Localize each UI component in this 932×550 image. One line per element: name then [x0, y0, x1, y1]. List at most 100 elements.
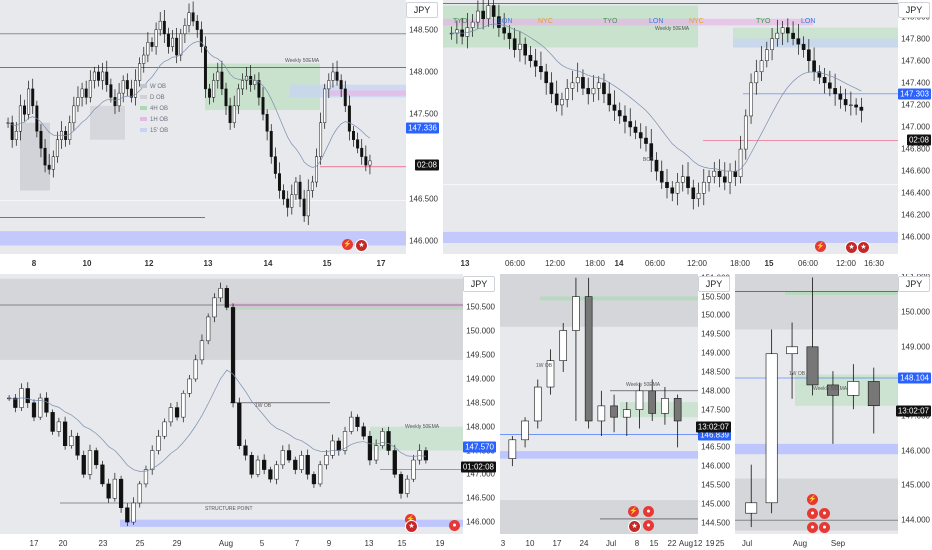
event-alert-icon-3[interactable]: ● — [449, 520, 460, 531]
candle-body — [380, 431, 385, 446]
candle-body — [187, 378, 192, 394]
candle-body — [245, 75, 249, 81]
candle-body — [162, 421, 167, 437]
candle-body — [486, 5, 491, 20]
event-alert-icon-5d[interactable]: ● — [819, 522, 830, 533]
candle-body — [101, 71, 105, 81]
candle-body — [675, 181, 680, 194]
chart-canvas-1[interactable] — [0, 0, 440, 270]
chart-panel-1[interactable]: 148.500 148.000 147.500 146.500 146.000 8 10 1… — [0, 0, 440, 270]
chart-panel-4[interactable]: 151.000150.500150.000149.500149.000148.5… — [500, 274, 732, 550]
candle-body — [544, 71, 549, 84]
currency-badge-4[interactable]: JPY — [698, 276, 730, 292]
event-alert-icon-5c[interactable]: ● — [807, 522, 818, 533]
candle-body — [411, 459, 416, 480]
candle-body — [696, 193, 701, 200]
currency-badge-2[interactable]: JPY — [898, 2, 930, 18]
y-axis-1[interactable]: 148.500 148.000 147.500 146.500 146.000 — [406, 0, 440, 270]
candle-body — [648, 390, 657, 414]
label-weekly-ema-3: Weekly 50EMA — [405, 424, 440, 430]
x-axis-5[interactable]: Jul Aug Sep — [735, 534, 932, 550]
event-bolt-icon-5[interactable]: ⚡ — [807, 494, 818, 505]
candle-body — [602, 82, 606, 95]
candle-body — [174, 407, 180, 418]
countdown-tag: 02:08 — [414, 159, 439, 171]
candle-body — [417, 450, 422, 461]
y-tick-label: 148.500 — [466, 398, 495, 408]
event-alert-icon-5a[interactable]: ● — [807, 508, 818, 519]
x-tick-label: 06:00 — [644, 259, 666, 268]
y-tick-label: 145.000 — [701, 499, 730, 509]
x-tick-label: 12:00 — [686, 259, 708, 268]
x-tick-label: 24 — [579, 539, 589, 548]
x-tick-label: 20 — [58, 539, 68, 548]
candle-body — [75, 435, 80, 456]
candle-body — [323, 88, 327, 124]
chart-canvas-2[interactable] — [443, 0, 932, 270]
us-flag-icon-4[interactable]: ★ — [405, 520, 418, 533]
candle-body — [282, 190, 286, 200]
countdown-tag: 13:02:07 — [895, 405, 931, 417]
candle-body — [575, 77, 580, 84]
y-axis-4[interactable]: 151.000150.500150.000149.500149.000148.5… — [698, 274, 732, 550]
y-tick-label: 147.600 — [901, 56, 930, 66]
x-tick-label: 10 — [525, 539, 535, 548]
candle-body — [23, 105, 26, 115]
y-tick-label: 150.000 — [466, 326, 495, 336]
candle-body — [368, 160, 372, 166]
candle-body — [686, 176, 690, 188]
candle-body — [175, 37, 179, 56]
session-lon-1: LON — [498, 18, 513, 25]
candle-body — [828, 82, 832, 89]
ema-line-p3 — [9, 369, 426, 472]
candle-body — [199, 29, 203, 47]
currency-badge-1[interactable]: JPY — [406, 2, 438, 18]
event-alert-icon-4a[interactable]: ● — [643, 506, 654, 517]
currency-badge-3[interactable]: JPY — [463, 276, 495, 292]
x-axis-4[interactable]: 3 10 17 24 Jul 8 15 22 Aug 12 19 25 — [500, 534, 732, 550]
candle-body — [343, 88, 347, 107]
y-tick-label: 146.500 — [409, 194, 438, 204]
us-flag-icon-3[interactable]: ★ — [857, 241, 870, 254]
candle-body — [628, 121, 633, 128]
candle-body — [360, 147, 364, 157]
legend-15-ob: 15' OB — [150, 128, 169, 134]
candle-body — [680, 176, 685, 183]
chart-panel-5[interactable]: 151.000150.000149.000148.000147.000146.0… — [735, 274, 932, 550]
event-alert-icon-5b[interactable]: ● — [819, 508, 830, 519]
y-axis-3[interactable]: 151.000150.500150.000149.500149.000148.5… — [463, 274, 497, 550]
x-tick-label: 10 — [82, 259, 92, 268]
event-bolt-icon-4[interactable]: ⚡ — [628, 506, 639, 517]
candle-body — [268, 469, 273, 480]
event-bolt-icon-2[interactable]: ⚡ — [815, 241, 826, 252]
chart-panel-3[interactable]: 151.000150.500150.000149.500149.000148.5… — [0, 274, 497, 550]
x-tick-label: 8 — [31, 259, 37, 268]
x-axis-3[interactable]: 17 20 23 25 29 Aug 5 7 9 13 15 19 — [0, 534, 497, 550]
candle-body — [717, 170, 722, 177]
candle-body — [554, 93, 559, 106]
candle-body — [125, 507, 130, 523]
session-nyc-2: NYC — [689, 18, 704, 25]
x-axis-1[interactable]: 8 10 12 13 14 15 17 — [0, 254, 440, 270]
x-tick-label: 12 — [144, 259, 154, 268]
y-tick-label: 145.000 — [901, 480, 930, 490]
chart-panel-2[interactable]: 148.000147.800147.600147.400147.200147.0… — [443, 0, 932, 270]
y-tick-label: 144.000 — [901, 515, 930, 525]
candle-body — [386, 431, 391, 451]
candle-body — [72, 105, 76, 124]
candle-body — [806, 346, 819, 386]
candle-body — [518, 43, 522, 50]
event-bolt-icon-1[interactable]: ⚡ — [342, 239, 353, 250]
event-alert-icon-4b[interactable]: ● — [643, 520, 654, 531]
x-axis-2[interactable]: 13 06:00 12:00 18:00 14 06:00 12:00 18:00 15 06:0… — [443, 254, 932, 270]
countdown-tag: 01:02:08 — [460, 461, 496, 473]
candle-body — [728, 170, 732, 183]
candle-body — [502, 27, 506, 34]
label-structure-point: STRUCTURE POINT — [205, 506, 253, 512]
zone-p5-0 — [735, 274, 898, 330]
x-tick-label: Jul — [605, 539, 617, 548]
currency-badge-5[interactable]: JPY — [898, 276, 930, 292]
us-flag-icon-5[interactable]: ★ — [628, 520, 641, 533]
us-flag-icon-1[interactable]: ★ — [355, 239, 368, 252]
candle-body — [224, 88, 228, 107]
